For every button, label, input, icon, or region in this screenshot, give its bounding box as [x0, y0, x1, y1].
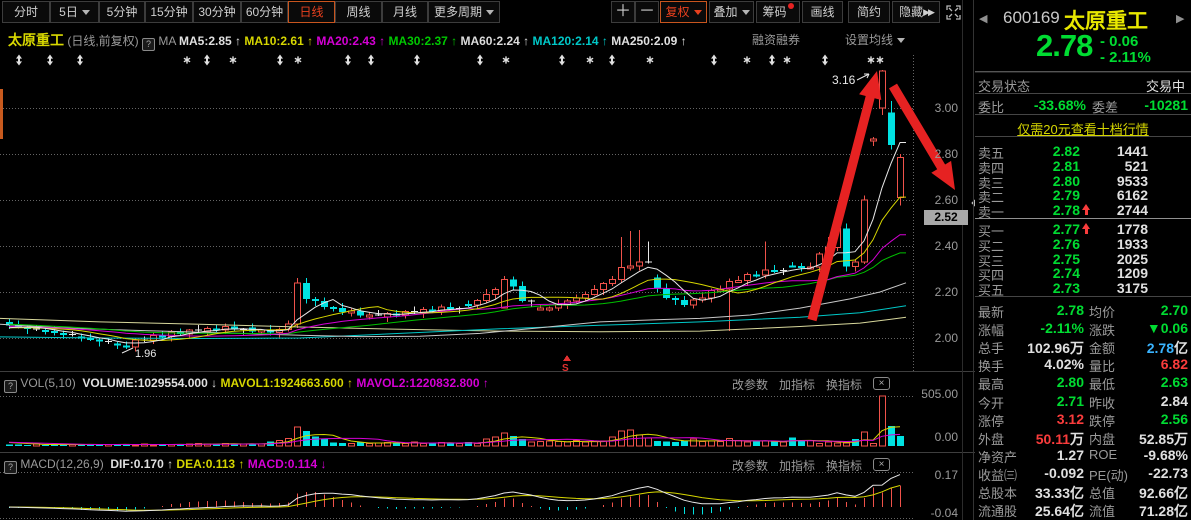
- svg-text:1.96: 1.96: [135, 348, 156, 360]
- svg-text:S: S: [562, 363, 569, 374]
